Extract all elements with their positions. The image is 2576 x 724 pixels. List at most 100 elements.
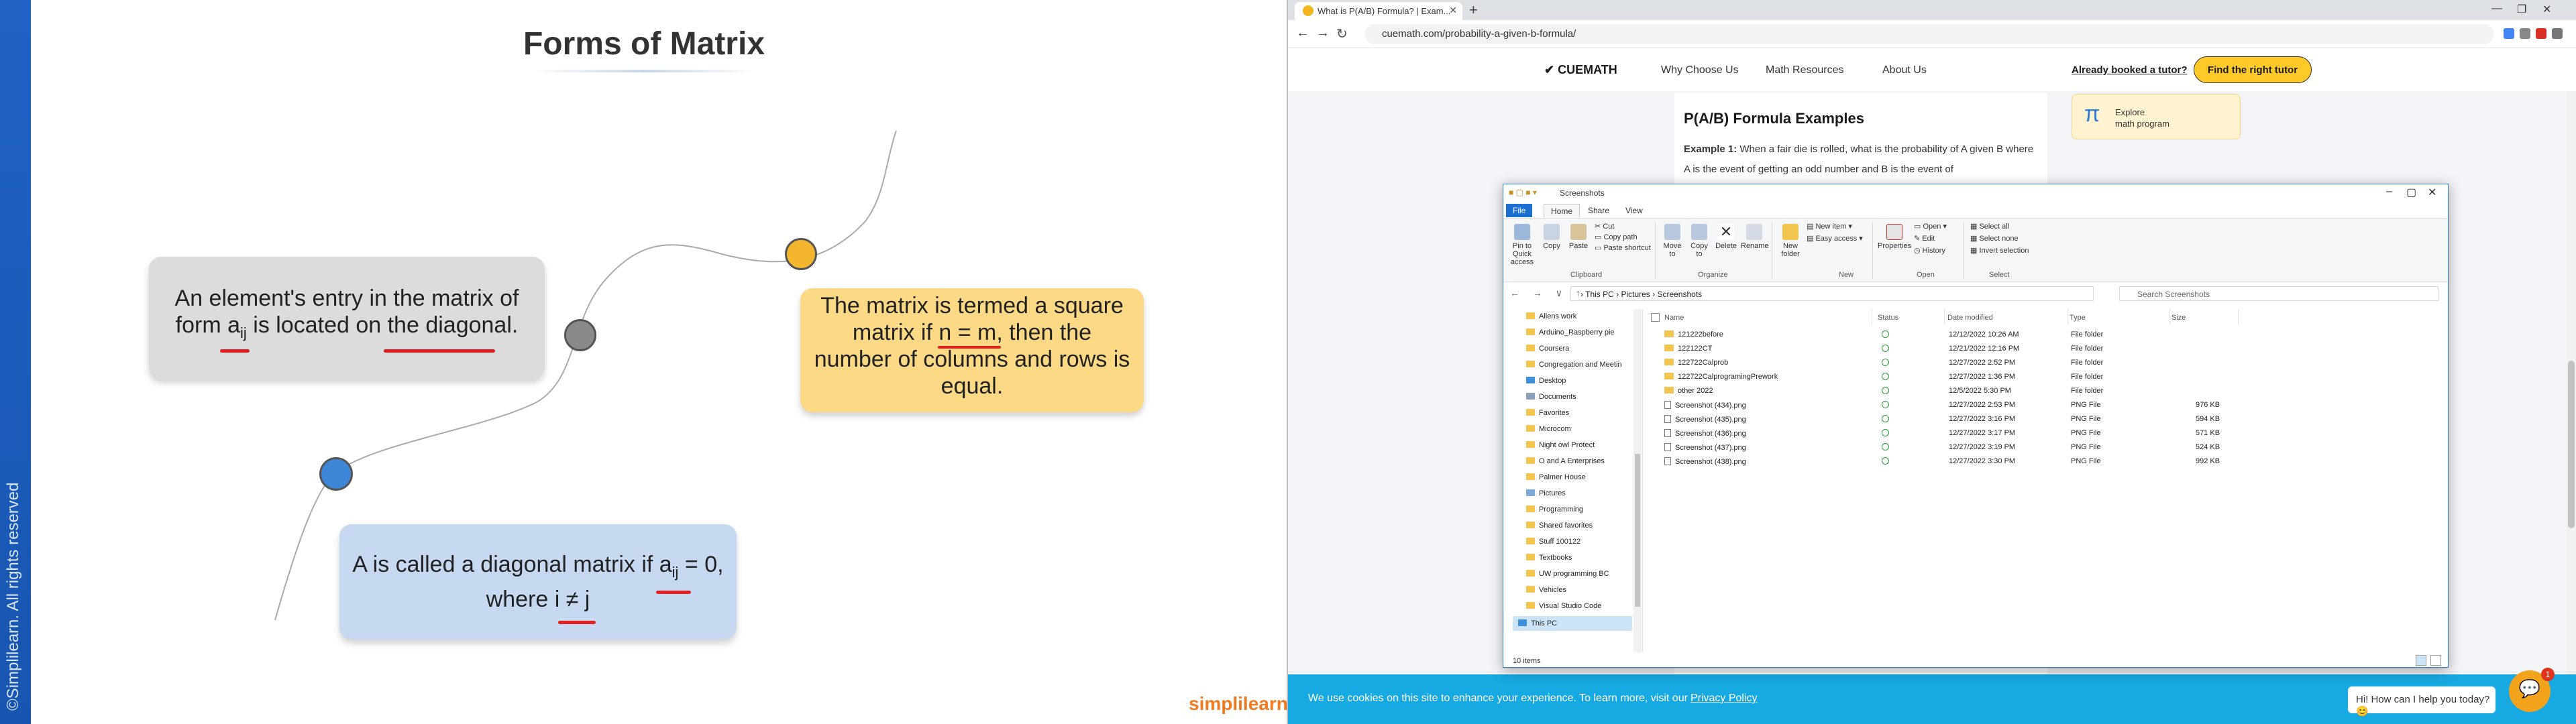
nav-item[interactable]: Pictures xyxy=(1526,486,1640,501)
extension-icon[interactable] xyxy=(2536,28,2546,39)
minimize-icon[interactable]: — xyxy=(2491,3,2502,15)
properties-button[interactable]: Properties xyxy=(1878,224,1911,250)
move-to-button[interactable]: Move to xyxy=(1660,224,1684,258)
tab-share[interactable]: Share xyxy=(1581,204,1616,217)
explorer-minimize-icon[interactable]: – xyxy=(2386,186,2392,198)
nav-item[interactable]: O and A Enterprises xyxy=(1526,454,1640,469)
privacy-policy-link[interactable]: Privacy Policy xyxy=(1690,692,1758,704)
nav-item[interactable]: Programming xyxy=(1526,502,1640,517)
history-button[interactable]: ◷ History xyxy=(1914,247,1945,255)
blue-definition-box: A is called a diagonal matrix if aij = 0… xyxy=(339,524,737,640)
find-tutor-button[interactable]: Find the right tutor xyxy=(2194,56,2312,83)
help-bubble[interactable]: Hi! How can I help you today? 😊 xyxy=(2348,686,2496,717)
cut-button[interactable]: ✂ Cut xyxy=(1595,223,1614,231)
file-row[interactable]: 122722Calprob 12/27/2022 2:52 PM File fo… xyxy=(1647,356,2445,370)
forward-icon[interactable]: → xyxy=(1316,25,1330,41)
nav-item[interactable]: Visual Studio Code xyxy=(1526,599,1640,613)
file-row[interactable]: other 2022 12/5/2022 5:30 PM File folder xyxy=(1647,384,2445,398)
nav-math-resources[interactable]: Math Resources xyxy=(1766,64,1844,76)
desktop-icon xyxy=(1526,377,1535,383)
nav-item[interactable]: Night owl Protect xyxy=(1526,438,1640,452)
copy-to-button[interactable]: Copy to xyxy=(1687,224,1711,258)
explorer-maximize-icon[interactable]: ▢ xyxy=(2406,186,2416,199)
file-row[interactable]: 121222before 12/12/2022 10:26 AM File fo… xyxy=(1647,328,2445,342)
tab-file[interactable]: File xyxy=(1506,204,1533,217)
nav-item[interactable]: Microcom xyxy=(1526,422,1640,436)
nav-item[interactable]: Favorites xyxy=(1526,406,1640,420)
rename-button[interactable]: Rename xyxy=(1741,224,1769,250)
paste-shortcut-button[interactable]: ▭ Paste shortcut xyxy=(1595,244,1651,252)
close-tab-icon[interactable]: ✕ xyxy=(1449,5,1457,16)
nav-item-this-pc[interactable]: This PC xyxy=(1518,616,1632,631)
select-all-button[interactable]: ▦ Select all xyxy=(1970,223,2009,231)
edit-button[interactable]: ✎ Edit xyxy=(1914,235,1935,243)
file-type: File folder xyxy=(2071,373,2104,381)
maximize-icon[interactable]: ❐ xyxy=(2517,3,2526,16)
menu-icon[interactable] xyxy=(2552,28,2563,39)
explorer-search-input[interactable]: Search Screenshots xyxy=(2119,286,2438,301)
paste-button[interactable]: Paste xyxy=(1566,224,1591,250)
column-name[interactable]: Name xyxy=(1664,309,1872,325)
easy-access-button[interactable]: ▤ Easy access ▾ xyxy=(1807,235,1863,243)
nav-item[interactable]: Desktop xyxy=(1526,373,1640,388)
url-bar[interactable]: cuemath.com/probability-a-given-b-formul… xyxy=(1364,24,2494,44)
nav-item[interactable]: Arduino_Raspberry pie xyxy=(1526,325,1640,340)
reload-icon[interactable]: ↻ xyxy=(1336,25,1348,42)
nav-item[interactable]: UW programming BC xyxy=(1526,566,1640,581)
new-folder-button[interactable]: New folder xyxy=(1777,224,1804,258)
browser-tab[interactable]: What is P(A/B) Formula? | Exam... ✕ xyxy=(1295,2,1462,20)
cuemath-logo[interactable]: ✔ CUEMATH xyxy=(1544,63,1617,77)
open-button[interactable]: ▭ Open ▾ xyxy=(1914,223,1947,231)
column-date-modified[interactable]: Date modified xyxy=(1947,309,2068,325)
nav-item[interactable]: Textbooks xyxy=(1526,550,1640,565)
copy-button[interactable]: Copy xyxy=(1540,224,1564,250)
blue-subscript: ij xyxy=(672,563,679,581)
file-row[interactable]: Screenshot (434).png 12/27/2022 2:53 PM … xyxy=(1647,398,2445,412)
tab-home[interactable]: Home xyxy=(1544,204,1580,217)
explorer-path[interactable]: › This PC › Pictures › Screenshots xyxy=(1570,286,2094,301)
copy-icon xyxy=(1544,224,1560,240)
new-tab-icon[interactable]: + xyxy=(1469,1,1478,19)
column-status[interactable]: Status xyxy=(1878,309,1945,325)
back-icon[interactable]: ← xyxy=(1296,25,1309,41)
file-row[interactable]: Screenshot (436).png 12/27/2022 3:17 PM … xyxy=(1647,426,2445,440)
column-type[interactable]: Type xyxy=(2070,309,2170,325)
tab-view[interactable]: View xyxy=(1619,204,1650,217)
details-view-icon[interactable] xyxy=(2416,655,2426,666)
close-window-icon[interactable]: ✕ xyxy=(2542,3,2551,16)
nav-item[interactable]: Vehicles xyxy=(1526,583,1640,597)
file-row[interactable]: Screenshot (438).png 12/27/2022 3:30 PM … xyxy=(1647,455,2445,469)
already-booked-link[interactable]: Already booked a tutor? xyxy=(2072,64,2188,76)
nav-why-choose-us[interactable]: Why Choose Us xyxy=(1661,64,1739,76)
copy-path-button[interactable]: ▭ Copy path xyxy=(1595,233,1638,241)
pin-quick-access-button[interactable]: Pin to Quick access xyxy=(1507,224,1537,266)
share-icon[interactable] xyxy=(2520,28,2530,39)
explorer-title: Screenshots xyxy=(1560,188,1605,198)
nav-item[interactable]: Palmer House xyxy=(1526,470,1640,485)
nav-item[interactable]: Allens work xyxy=(1526,309,1640,324)
select-none-button[interactable]: ▦ Select none xyxy=(1970,235,2019,243)
invert-selection-button[interactable]: ▦ Invert selection xyxy=(1970,247,2029,255)
nav-item[interactable]: Shared favorites xyxy=(1526,518,1640,533)
delete-button[interactable]: ✕ Delete xyxy=(1714,224,1738,251)
nav-item[interactable]: Documents xyxy=(1526,389,1640,404)
nav-item[interactable]: Stuff 100122 xyxy=(1526,534,1640,549)
nav-item[interactable]: Coursera xyxy=(1526,341,1640,356)
large-icons-view-icon[interactable] xyxy=(2430,655,2441,666)
sync-status-icon xyxy=(1882,401,1889,410)
google-icon[interactable] xyxy=(2504,28,2514,39)
select-all-checkbox[interactable] xyxy=(1651,313,1660,322)
new-item-button[interactable]: ▤ New item ▾ xyxy=(1807,223,1852,231)
nav-pane-scrollbar-thumb[interactable] xyxy=(1635,454,1640,607)
nav-about-us[interactable]: About Us xyxy=(1882,64,1927,76)
file-row[interactable]: 122122CT 12/21/2022 12:16 PM File folder xyxy=(1647,342,2445,356)
explorer-close-icon[interactable]: ✕ xyxy=(2428,186,2436,199)
page-scrollbar-thumb[interactable] xyxy=(2568,361,2575,528)
nav-item-label: Vehicles xyxy=(1539,586,1566,594)
nav-item[interactable]: Congregation and Meetin xyxy=(1526,357,1640,372)
file-row[interactable]: Screenshot (435).png 12/27/2022 3:16 PM … xyxy=(1647,412,2445,426)
file-row[interactable]: 122722CalprogramingPrework 12/27/2022 1:… xyxy=(1647,370,2445,384)
column-size[interactable]: Size xyxy=(2171,309,2239,325)
file-row[interactable]: Screenshot (437).png 12/27/2022 3:19 PM … xyxy=(1647,440,2445,455)
explore-card[interactable]: π Explore math program xyxy=(2072,94,2241,139)
